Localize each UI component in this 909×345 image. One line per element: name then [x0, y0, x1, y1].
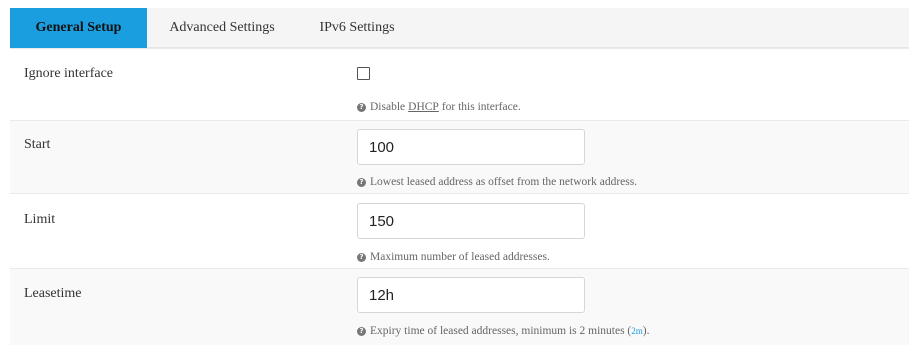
help-text-pre: Disable: [370, 101, 406, 113]
row-limit: Limit 150 ? Maximum number of leased add…: [10, 193, 909, 268]
start-value: 100: [369, 138, 395, 156]
info-icon: ?: [357, 177, 366, 187]
tab-ipv6-settings[interactable]: IPv6 Settings: [297, 8, 417, 48]
leasetime-value: 12h: [369, 286, 395, 304]
start-help: ? Lowest leased address as offset from t…: [357, 176, 637, 188]
row-leasetime: Leasetime 12h ? Expiry time of leased ad…: [10, 268, 909, 345]
ignore-interface-checkbox[interactable]: [357, 67, 370, 80]
ignore-interface-label: Ignore interface: [24, 66, 113, 81]
start-label: Start: [24, 137, 51, 152]
ignore-interface-help: ? Disable DHCP for this interface.: [357, 101, 521, 113]
dhcp-abbr: DHCP: [408, 101, 439, 113]
row-ignore-interface: Ignore interface ? Disable DHCP for this…: [10, 48, 909, 120]
leasetime-field: 12h: [357, 277, 585, 313]
info-icon: ?: [357, 102, 366, 112]
info-icon: ?: [357, 326, 366, 336]
tab-advanced-settings[interactable]: Advanced Settings: [147, 8, 297, 48]
limit-field: 150: [357, 203, 585, 239]
limit-help-text: Maximum number of leased addresses.: [370, 251, 550, 263]
tab-bar: General Setup Advanced Settings IPv6 Set…: [10, 8, 909, 48]
limit-label: Limit: [24, 212, 56, 227]
limit-input[interactable]: 150: [357, 203, 585, 239]
leasetime-help-post: ).: [642, 325, 650, 337]
help-text-post: for this interface.: [441, 101, 521, 113]
start-help-text: Lowest leased address as offset from the…: [370, 176, 638, 188]
leasetime-help-pre: Expiry time of leased addresses, minimum…: [370, 325, 632, 337]
info-icon: ?: [357, 252, 366, 262]
row-start: Start 100 ? Lowest leased address as off…: [10, 120, 909, 193]
start-field: 100: [357, 129, 585, 165]
leasetime-help: ? Expiry time of leased addresses, minim…: [357, 325, 650, 337]
limit-help: ? Maximum number of leased addresses.: [357, 251, 550, 263]
limit-value: 150: [369, 212, 395, 230]
min-lease-link[interactable]: 2m: [631, 326, 643, 336]
leasetime-input[interactable]: 12h: [357, 277, 585, 313]
leasetime-label: Leasetime: [24, 286, 82, 301]
start-input[interactable]: 100: [357, 129, 585, 165]
ignore-interface-field: [357, 67, 370, 80]
tab-general-setup[interactable]: General Setup: [10, 8, 147, 48]
dhcp-settings-panel: General Setup Advanced Settings IPv6 Set…: [0, 0, 909, 345]
